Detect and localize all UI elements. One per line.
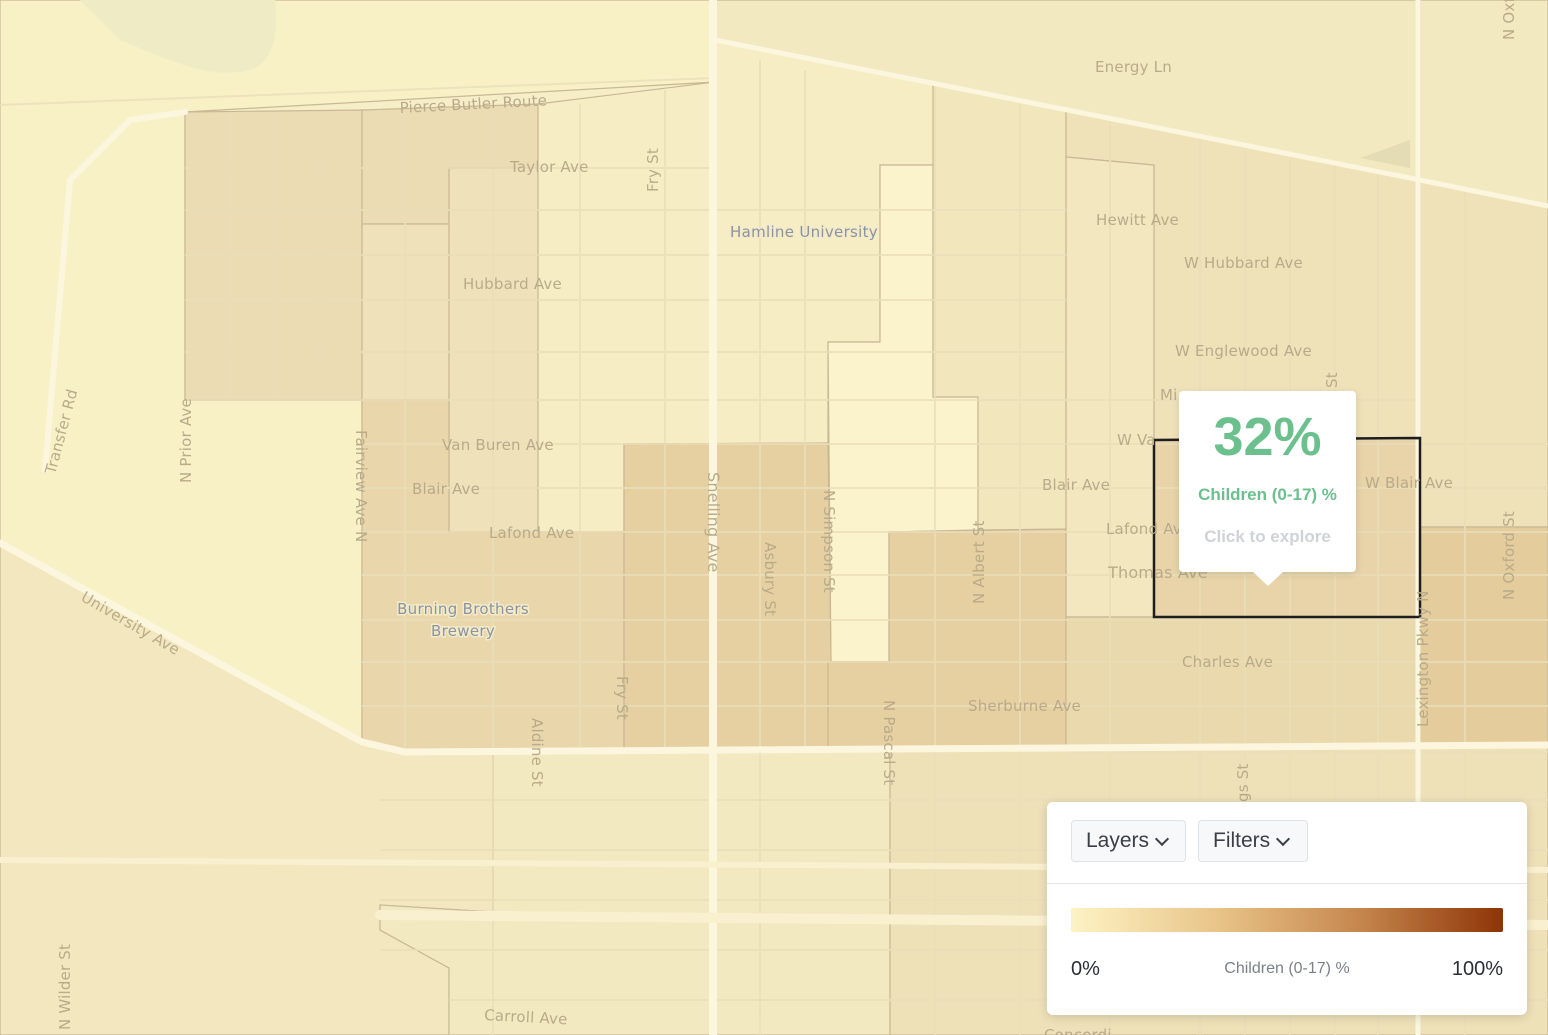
poi-label: Brewery — [431, 622, 495, 640]
layers-label: Layers — [1086, 829, 1150, 852]
street-label: Lexington Pkwy N — [1414, 590, 1432, 727]
street-label: W Va — [1117, 431, 1156, 449]
street-label: N Prior Ave — [177, 398, 195, 483]
street-label: W Englewood Ave — [1175, 342, 1312, 360]
street-label: Aldine St — [528, 718, 546, 787]
street-label: Fairview Ave N — [352, 430, 370, 542]
street-label: Fry St — [644, 148, 662, 192]
street-label: Mi — [1160, 386, 1178, 404]
street-label: Fry St — [613, 676, 631, 720]
street-label: Lafond Av — [1106, 520, 1182, 538]
street-label: Blair Ave — [1042, 476, 1110, 494]
street-label: Energy Ln — [1095, 58, 1172, 76]
tract-oxford-south[interactable] — [1419, 526, 1548, 746]
street-label: Concordi — [1044, 1026, 1112, 1035]
street-label: N Pascal St — [880, 700, 898, 785]
street-label: Charles Ave — [1182, 653, 1273, 671]
legend-panel: Layers Filters 0% Children (0-17) % 100% — [1047, 802, 1527, 1015]
street-label: W Hubbard Ave — [1184, 254, 1303, 272]
street-label: N Simpson St — [820, 490, 838, 593]
street-label: Hubbard Ave — [463, 275, 562, 293]
tooltip-click-to-explore[interactable]: Click to explore — [1179, 527, 1356, 547]
tooltip-value: 32% — [1213, 407, 1322, 467]
tract-north-east[interactable] — [1419, 0, 1548, 207]
street-label: Asbury St — [761, 542, 779, 616]
street-label: gs St — [1234, 763, 1252, 802]
poi-label: Hamline University — [730, 223, 878, 241]
chevron-down-icon — [1154, 831, 1170, 847]
street-label: N Wilder St — [56, 944, 74, 1030]
street-label: N Albert St — [970, 520, 988, 604]
street-label: St — [1323, 372, 1341, 388]
street-label: W Blair Ave — [1365, 474, 1453, 492]
filters-dropdown-button[interactable]: Filters — [1198, 820, 1308, 862]
legend-max: 100% — [1451, 958, 1503, 980]
tract-charles[interactable] — [1065, 616, 1421, 751]
street-label: Taylor Ave — [509, 158, 589, 176]
poi-label: Burning Brothers — [397, 600, 529, 618]
street-label: N Oxf — [1500, 0, 1518, 40]
legend-gradient-bar — [1071, 908, 1503, 932]
street-label: Van Buren Ave — [442, 436, 554, 454]
street-label: N Oxford St — [1500, 511, 1518, 600]
tooltip-metric-label: Children (0-17) % — [1198, 485, 1337, 504]
layers-dropdown-button[interactable]: Layers — [1071, 820, 1186, 862]
street-label: Hewitt Ave — [1096, 211, 1179, 229]
street-label: Sherburne Ave — [968, 697, 1081, 715]
street-label: Snelling Ave — [704, 472, 723, 573]
filters-label: Filters — [1213, 829, 1271, 852]
street-label: Blair Ave — [412, 480, 480, 498]
panel-controls: Layers Filters — [1047, 802, 1527, 884]
chevron-down-icon — [1276, 831, 1291, 847]
tract-tooltip[interactable]: 32% Children (0-17) % Click to explore — [1179, 391, 1356, 586]
street-label: Lafond Ave — [489, 524, 574, 542]
